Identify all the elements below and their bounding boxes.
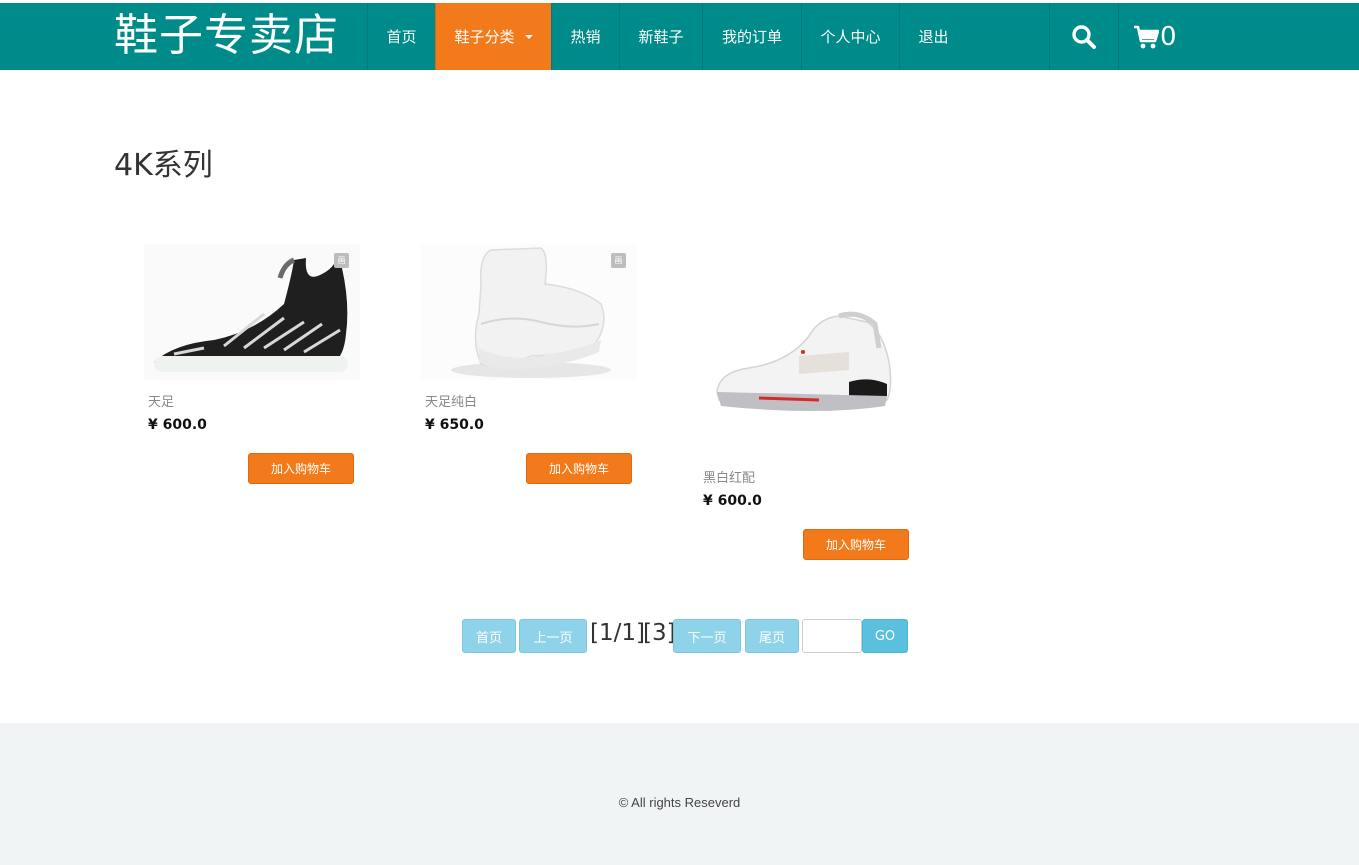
next-page-button[interactable]: 下一页 [673, 619, 741, 653]
first-page-button[interactable]: 首页 [462, 619, 516, 653]
header-bar: 鞋子专卖店 首页 鞋子分类 热销 新鞋子 我的订单 个人中心 退出 0 [0, 3, 1359, 70]
product-image[interactable] [699, 292, 915, 442]
page-indicator: [1/1] [590, 620, 645, 646]
image-badge-icon: 画 [611, 253, 626, 268]
product-price: ¥ 650.0 [425, 417, 484, 433]
main-nav: 首页 鞋子分类 热销 新鞋子 我的订单 个人中心 退出 [367, 3, 967, 70]
pagination: 首页 上一页 [1/1] [3] 下一页 尾页 GO [0, 619, 1359, 653]
nav-new-label: 新鞋子 [638, 28, 684, 46]
product-image[interactable]: 画 [421, 244, 637, 380]
nav-hot[interactable]: 热销 [551, 3, 619, 70]
total-count: [3] [643, 620, 676, 646]
cart-count: 0 [1160, 21, 1177, 52]
nav-home-label: 首页 [386, 28, 417, 46]
add-to-cart-button[interactable]: 加入购物车 [248, 453, 354, 484]
product-price: ¥ 600.0 [148, 417, 207, 433]
nav-shoe-categories[interactable]: 鞋子分类 [435, 3, 551, 70]
white-red-sneaker-image [699, 292, 915, 442]
product-name: 天足纯白 [425, 395, 478, 410]
nav-home[interactable]: 首页 [367, 3, 435, 70]
last-page-button[interactable]: 尾页 [745, 619, 799, 653]
prev-page-button[interactable]: 上一页 [519, 619, 587, 653]
nav-categories-label: 鞋子分类 [454, 28, 515, 46]
cart-button[interactable]: 0 [1118, 3, 1190, 70]
go-button[interactable]: GO [862, 619, 908, 653]
nav-new-shoes[interactable]: 新鞋子 [619, 3, 702, 70]
category-title: 4K系列 [114, 148, 213, 183]
nav-orders-label: 我的订单 [721, 28, 782, 46]
product-price: ¥ 600.0 [703, 493, 762, 509]
nav-logout[interactable]: 退出 [899, 3, 967, 70]
nav-my-orders[interactable]: 我的订单 [702, 3, 801, 70]
site-brand[interactable]: 鞋子专卖店 [114, 8, 339, 64]
footer: © All rights Reseverd [0, 723, 1359, 865]
page-number-input[interactable] [802, 619, 862, 653]
nav-profile[interactable]: 个人中心 [801, 3, 899, 70]
product-name: 天足 [148, 395, 175, 410]
nav-logout-label: 退出 [918, 28, 949, 46]
nav-profile-label: 个人中心 [820, 28, 881, 46]
dropdown-caret-icon [524, 34, 533, 39]
cart-icon [1134, 25, 1159, 48]
black-sneaker-image [144, 244, 360, 380]
product-name: 黑白红配 [703, 471, 756, 486]
nav-hot-label: 热销 [570, 28, 601, 46]
add-to-cart-button[interactable]: 加入购物车 [526, 453, 632, 484]
product-image[interactable]: 画 [144, 244, 360, 380]
search-button[interactable] [1049, 3, 1118, 70]
search-icon [1072, 24, 1096, 49]
add-to-cart-button[interactable]: 加入购物车 [803, 529, 909, 560]
white-sneaker-image [421, 244, 637, 380]
nav-right: 0 [1049, 3, 1190, 70]
copyright-text: © All rights Reseverd [618, 795, 741, 810]
image-badge-icon: 画 [334, 253, 349, 268]
